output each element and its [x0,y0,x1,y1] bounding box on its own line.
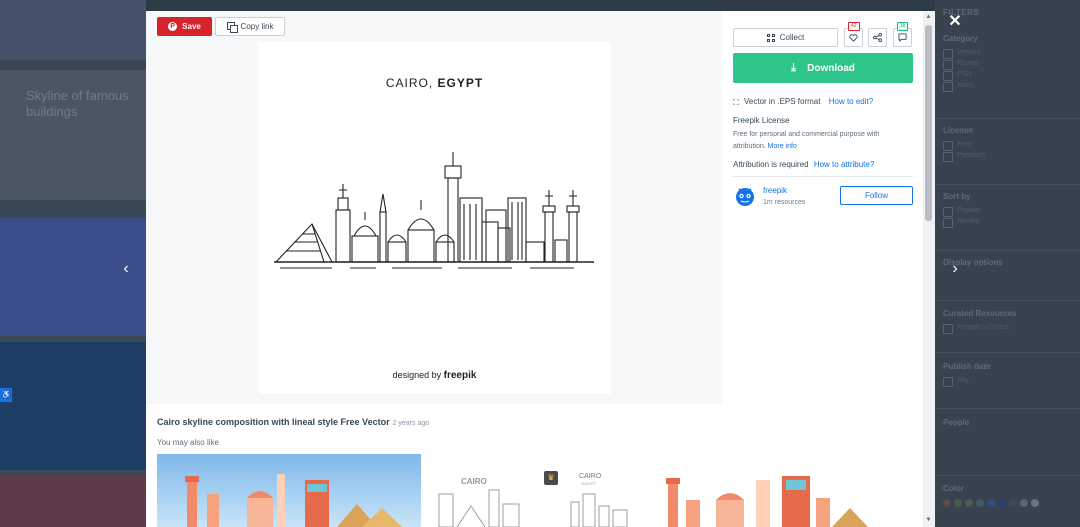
like-button[interactable]: 42 [844,22,863,47]
preview-image: CAIRO, EGYPT designed by freepik [258,42,611,394]
modal-scrollbar[interactable]: ▲ ▼ [923,11,935,527]
save-button[interactable]: P Save [157,17,212,36]
filter-category: Category Vectors Photos PSD Icons [943,34,1073,93]
cairo-line-illustrations: CAIRO CAIRO EGYPT [438,473,628,527]
scroll-down-icon[interactable]: ▼ [925,517,932,523]
download-button[interactable]: Download [733,53,913,83]
bg-thumb [0,342,146,470]
collect-button[interactable]: Collect [733,28,838,47]
previous-arrow-icon[interactable]: ‹ [118,260,134,278]
filter-people: People [943,418,970,427]
comment-button[interactable]: 1k [893,22,912,47]
scroll-up-icon[interactable]: ▲ [925,14,932,20]
filter-curated: Curated Resources Freepik's Choice [943,309,1073,335]
filter-sort: Sort by Popular Recent [943,192,1073,229]
how-to-attribute-link[interactable]: How to attribute? [814,160,874,169]
filter-license: License Free Premium [943,126,1073,163]
author-name-link[interactable]: freepik [763,186,787,195]
pinterest-icon: P [168,22,178,31]
cairo-skyline-illustration [274,152,594,269]
next-arrow-icon[interactable]: › [947,260,963,278]
author-avatar[interactable] [734,185,756,207]
filter-color: Color [943,484,1073,507]
thumb-title: CAIRO [579,473,602,480]
likes-count-badge: 42 [848,22,860,31]
close-icon[interactable]: ✕ [948,14,962,30]
thumb-title: CAIRO [461,477,487,486]
cairo-flat-illustration [666,476,868,527]
accessibility-tab-icon[interactable]: ♿ [0,388,12,402]
comments-count-badge: 1k [897,22,909,31]
format-info: ⛶ Vector in .EPS format How to edit? [733,97,874,107]
thumb-subtitle: EGYPT [582,481,596,486]
follow-button[interactable]: Follow [840,186,913,205]
download-icon [791,63,801,73]
filter-publish-date: Publish date Any [943,362,1073,388]
preview-area: P Save Copy link CAIRO, EGYPT designed b… [146,11,722,404]
attribution-info: Attribution is required How to attribute… [733,160,875,169]
bg-text: Skyline of famous buildings [26,88,129,119]
premium-crown-icon: ♛ [544,471,558,485]
related-thumbnail[interactable] [157,454,421,527]
designed-by-credit: designed by freepik [392,370,477,381]
related-thumbnail[interactable]: CAIRO CAIRO EGYPT [431,454,636,527]
related-thumbnail[interactable] [646,454,910,527]
how-to-edit-link[interactable]: How to edit? [829,97,873,106]
comment-icon [898,33,907,42]
resource-details: Cairo skyline composition with lineal st… [146,404,923,527]
license-text: Free for personal and commercial purpose… [733,131,880,150]
artwork-title: CAIRO, EGYPT [385,76,484,90]
color-swatches [943,499,1073,507]
resource-title: Cairo skyline composition with lineal st… [157,417,430,427]
copy-link-button[interactable]: Copy link [215,17,285,36]
bg-thumb [0,0,146,60]
cairo-color-illustration [185,474,402,527]
share-button[interactable] [868,28,887,47]
author-resources: 1m resources [763,199,806,206]
more-info-link[interactable]: More info [768,143,797,150]
related-heading: You may also like [157,438,219,447]
share-icon [873,33,882,42]
collection-icon [766,33,775,42]
resource-modal: P Save Copy link CAIRO, EGYPT designed b… [146,11,935,527]
resource-info-panel: Collect 42 1k Download ⛶Vector in .EPS f… [722,11,923,404]
copy-icon [226,22,238,33]
license-title: Freepik License [733,116,790,125]
vector-format-icon: ⛶ [733,98,739,107]
scroll-thumb[interactable] [925,25,932,221]
heart-icon [849,33,858,42]
bg-thumb [0,476,146,527]
